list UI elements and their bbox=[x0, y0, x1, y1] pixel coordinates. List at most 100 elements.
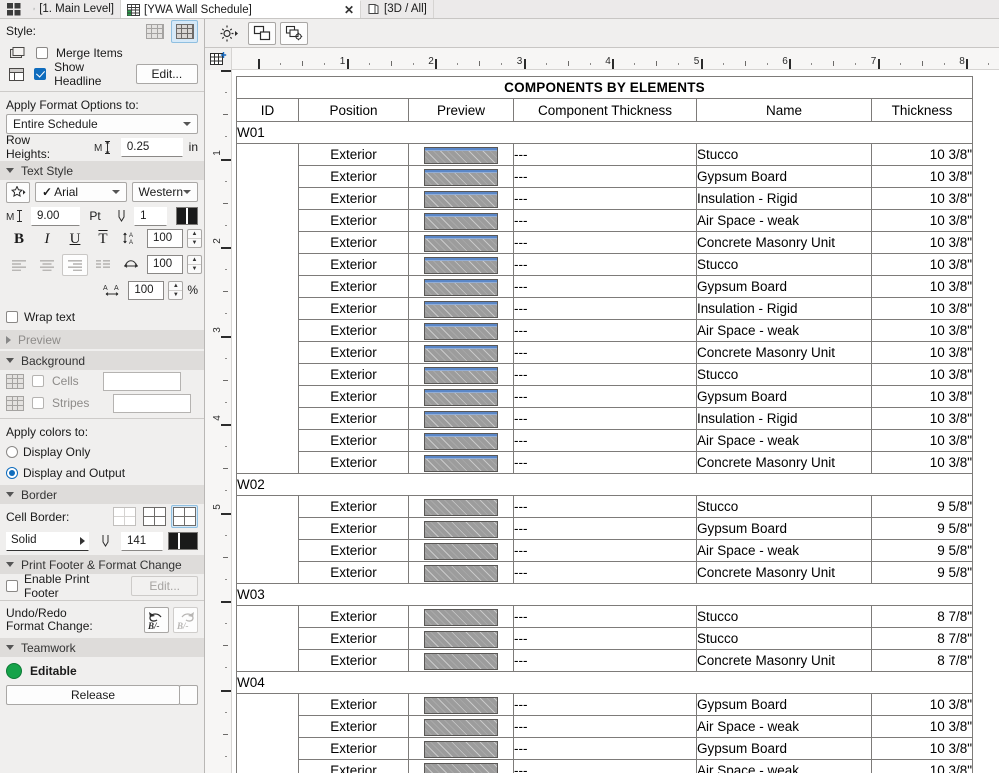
cell-position[interactable]: Exterior bbox=[298, 649, 409, 672]
table-row[interactable]: Exterior --- Stucco 10 3/8" bbox=[237, 253, 974, 276]
column-header-position[interactable]: Position bbox=[298, 98, 409, 122]
align-center-button[interactable] bbox=[34, 254, 60, 276]
cell-thickness[interactable]: 10 3/8" bbox=[870, 143, 974, 166]
cell-preview[interactable] bbox=[408, 429, 514, 452]
table-row[interactable]: Exterior --- Stucco 9 5/8" bbox=[236, 495, 974, 584]
teamwork-release-button[interactable]: Release bbox=[6, 685, 180, 705]
cell-name[interactable]: Stucco bbox=[696, 605, 872, 628]
cell-name[interactable]: Gypsum Board bbox=[696, 165, 872, 188]
line-spacing-stepper[interactable]: ▲ ▼ bbox=[187, 228, 202, 248]
cell-component-thickness[interactable]: --- bbox=[513, 605, 697, 628]
column-header-component-thickness[interactable]: Component Thickness bbox=[513, 98, 697, 122]
tab-3d-all[interactable]: [3D / All] bbox=[361, 0, 434, 18]
cell-preview[interactable] bbox=[408, 737, 514, 760]
cell-component-thickness[interactable]: --- bbox=[513, 407, 697, 430]
font-family-select[interactable]: ✓ Arial bbox=[35, 182, 127, 202]
cell-thickness[interactable]: 10 3/8" bbox=[870, 451, 974, 474]
cell-position[interactable]: Exterior bbox=[298, 429, 409, 452]
table-row[interactable]: Exterior --- Concrete Masonry Unit 10 3/8" bbox=[237, 451, 974, 474]
cell-component-thickness[interactable]: --- bbox=[513, 363, 697, 386]
cell-name[interactable]: Stucco bbox=[696, 143, 872, 166]
table-row[interactable]: Exterior --- Concrete Masonry Unit 9 5/8" bbox=[237, 561, 974, 584]
cell-thickness[interactable]: 10 3/8" bbox=[870, 231, 974, 254]
cell-name[interactable]: Concrete Masonry Unit bbox=[696, 231, 872, 254]
cell-thickness[interactable]: 10 3/8" bbox=[870, 385, 974, 408]
background-section-header[interactable]: Background bbox=[0, 351, 204, 370]
cell-name[interactable]: Gypsum Board bbox=[696, 275, 872, 298]
cell-preview[interactable] bbox=[408, 649, 514, 672]
group-row[interactable]: W03 bbox=[235, 583, 974, 606]
cell-preview[interactable] bbox=[408, 297, 514, 320]
text-color-swatch[interactable] bbox=[176, 207, 198, 225]
cell-component-thickness[interactable]: --- bbox=[513, 187, 697, 210]
table-row[interactable]: Exterior --- Air Space - weak 10 3/8" bbox=[237, 429, 974, 452]
table-row[interactable]: Exterior --- Gypsum Board 10 3/8" bbox=[237, 737, 974, 760]
border-section-header[interactable]: Border bbox=[0, 485, 204, 504]
cell-preview[interactable] bbox=[408, 165, 514, 188]
cell-thickness[interactable]: 10 3/8" bbox=[870, 253, 974, 276]
cell-preview[interactable] bbox=[408, 209, 514, 232]
cell-thickness[interactable]: 8 7/8" bbox=[870, 627, 974, 650]
cell-thickness[interactable]: 10 3/8" bbox=[870, 319, 974, 342]
cell-preview[interactable] bbox=[408, 539, 514, 562]
cell-thickness[interactable]: 10 3/8" bbox=[870, 165, 974, 188]
cell-component-thickness[interactable]: --- bbox=[513, 319, 697, 342]
cell-position[interactable]: Exterior bbox=[298, 187, 409, 210]
ruler-corner-button[interactable] bbox=[205, 48, 232, 70]
table-row[interactable]: Exterior --- Insulation - Rigid 10 3/8" bbox=[237, 407, 974, 430]
cell-component-thickness[interactable]: --- bbox=[513, 231, 697, 254]
border-line-type-select[interactable]: Solid bbox=[6, 531, 89, 551]
group-row[interactable]: W02 bbox=[235, 473, 974, 496]
cell-component-thickness[interactable]: --- bbox=[513, 209, 697, 232]
cell-preview[interactable] bbox=[408, 253, 514, 276]
char-width-input[interactable]: 100 bbox=[147, 254, 183, 274]
apply-format-options-select[interactable]: Entire Schedule bbox=[6, 114, 198, 134]
table-row[interactable]: Exterior --- Stucco 10 3/8" bbox=[236, 143, 974, 474]
cell-thickness[interactable]: 10 3/8" bbox=[870, 715, 974, 738]
cell-component-thickness[interactable]: --- bbox=[513, 737, 697, 760]
cell-name[interactable]: Gypsum Board bbox=[696, 693, 872, 716]
favorites-star-button[interactable] bbox=[6, 181, 31, 203]
cell-preview[interactable] bbox=[408, 363, 514, 386]
horizontal-ruler[interactable]: 12345678 bbox=[232, 48, 999, 70]
cell-component-thickness[interactable]: --- bbox=[513, 275, 697, 298]
cell-component-thickness[interactable]: --- bbox=[513, 693, 697, 716]
cell-name[interactable]: Concrete Masonry Unit bbox=[696, 649, 872, 672]
select-all-elements-button[interactable] bbox=[248, 21, 276, 45]
cell-component-thickness[interactable]: --- bbox=[513, 143, 697, 166]
teamwork-release-dropdown[interactable] bbox=[179, 685, 198, 705]
align-left-button[interactable] bbox=[6, 254, 32, 276]
cell-position[interactable]: Exterior bbox=[298, 451, 409, 474]
char-spacing-input[interactable]: 100 bbox=[128, 280, 165, 300]
merge-items-checkbox[interactable] bbox=[36, 47, 48, 59]
cell-position[interactable]: Exterior bbox=[298, 209, 409, 232]
cell-thickness[interactable]: 8 7/8" bbox=[870, 605, 974, 628]
cell-position[interactable]: Exterior bbox=[298, 495, 409, 518]
cell-component-thickness[interactable]: --- bbox=[513, 539, 697, 562]
cell-name[interactable]: Gypsum Board bbox=[696, 737, 872, 760]
cell-name[interactable]: Stucco bbox=[696, 253, 872, 276]
cell-thickness[interactable]: 8 7/8" bbox=[870, 649, 974, 672]
cell-position[interactable]: Exterior bbox=[298, 693, 409, 716]
group-row[interactable]: W01 bbox=[235, 121, 974, 144]
table-row[interactable]: Exterior --- Gypsum Board 10 3/8" bbox=[236, 693, 974, 773]
redo-format-change-button[interactable]: B/- bbox=[173, 607, 198, 633]
char-spacing-stepper[interactable]: ▲ ▼ bbox=[168, 280, 184, 300]
cell-id[interactable] bbox=[236, 605, 299, 672]
bold-button[interactable]: B bbox=[6, 228, 32, 250]
schedule-settings-button[interactable] bbox=[212, 22, 244, 45]
cell-name[interactable]: Concrete Masonry Unit bbox=[696, 341, 872, 364]
table-row[interactable]: Exterior --- Stucco 10 3/8" bbox=[237, 363, 974, 386]
table-row[interactable]: Exterior --- Concrete Masonry Unit 10 3/8" bbox=[237, 231, 974, 254]
table-row[interactable]: Exterior --- Concrete Masonry Unit 8 7/8" bbox=[237, 649, 974, 672]
cell-thickness[interactable]: 10 3/8" bbox=[870, 341, 974, 364]
border-pen-input[interactable]: 141 bbox=[121, 531, 163, 551]
cell-component-thickness[interactable]: --- bbox=[513, 715, 697, 738]
cell-position[interactable]: Exterior bbox=[298, 385, 409, 408]
table-row[interactable]: Exterior --- Gypsum Board 10 3/8" bbox=[237, 385, 974, 408]
cell-component-thickness[interactable]: --- bbox=[513, 495, 697, 518]
schedule-options-button[interactable] bbox=[280, 21, 308, 45]
border-outer-button[interactable] bbox=[141, 505, 168, 528]
cell-position[interactable]: Exterior bbox=[298, 539, 409, 562]
undo-format-change-button[interactable]: B/- bbox=[144, 607, 169, 633]
